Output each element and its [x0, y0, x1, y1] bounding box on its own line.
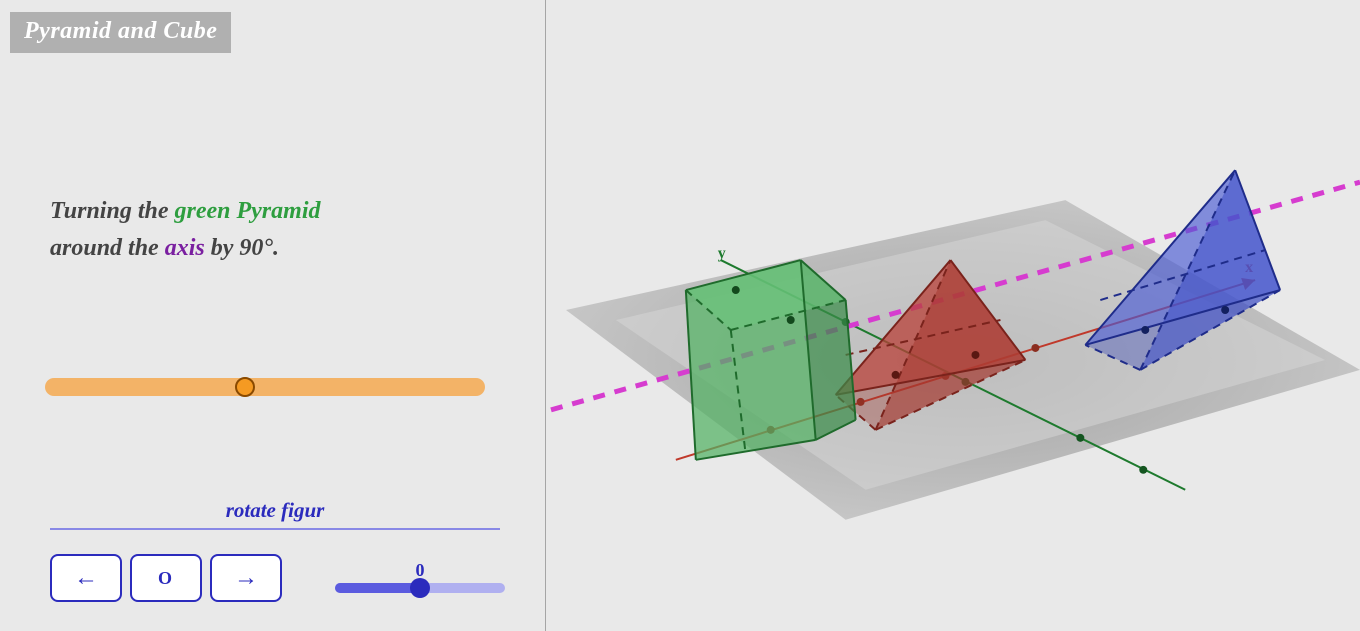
y-axis-label: y [718, 245, 726, 262]
left-panel: Pyramid and Cube Turning the green Pyram… [0, 0, 545, 631]
3d-view-panel[interactable]: x y [545, 0, 1360, 631]
rotate-slider[interactable] [335, 583, 505, 593]
rotate-slider-thumb[interactable] [410, 578, 430, 598]
rotate-underline [50, 528, 500, 530]
instruction-text: Turning the green Pyramid around the axi… [50, 193, 535, 267]
animation-slider-thumb[interactable] [235, 377, 255, 397]
3d-viewport[interactable]: x y [546, 0, 1360, 631]
axis-tick [1139, 466, 1147, 474]
page-title: Pyramid and Cube [10, 12, 231, 53]
rotate-right-button[interactable]: → [210, 554, 282, 602]
instruction-green-pyramid: green Pyramid [175, 198, 321, 224]
rotate-heading: rotate figur [50, 498, 500, 523]
green-pyramid [686, 260, 856, 460]
rotate-slider-wrap: 0 [335, 560, 505, 593]
rotate-reset-button[interactable]: O [130, 554, 202, 602]
axis-tick [1031, 344, 1039, 352]
rotate-slider-fill [335, 583, 420, 593]
3d-scene-svg[interactable]: x y [546, 0, 1360, 631]
animation-slider[interactable] [45, 378, 485, 396]
instruction-axis: axis [165, 235, 205, 261]
instruction-part1: Turning the [50, 198, 175, 224]
instruction-part2: around the [50, 235, 165, 261]
rotate-button-row: ← O → [50, 554, 282, 602]
instruction-part3: by 90°. [211, 235, 279, 261]
rotate-left-button[interactable]: ← [50, 554, 122, 602]
axis-tick [1076, 434, 1084, 442]
